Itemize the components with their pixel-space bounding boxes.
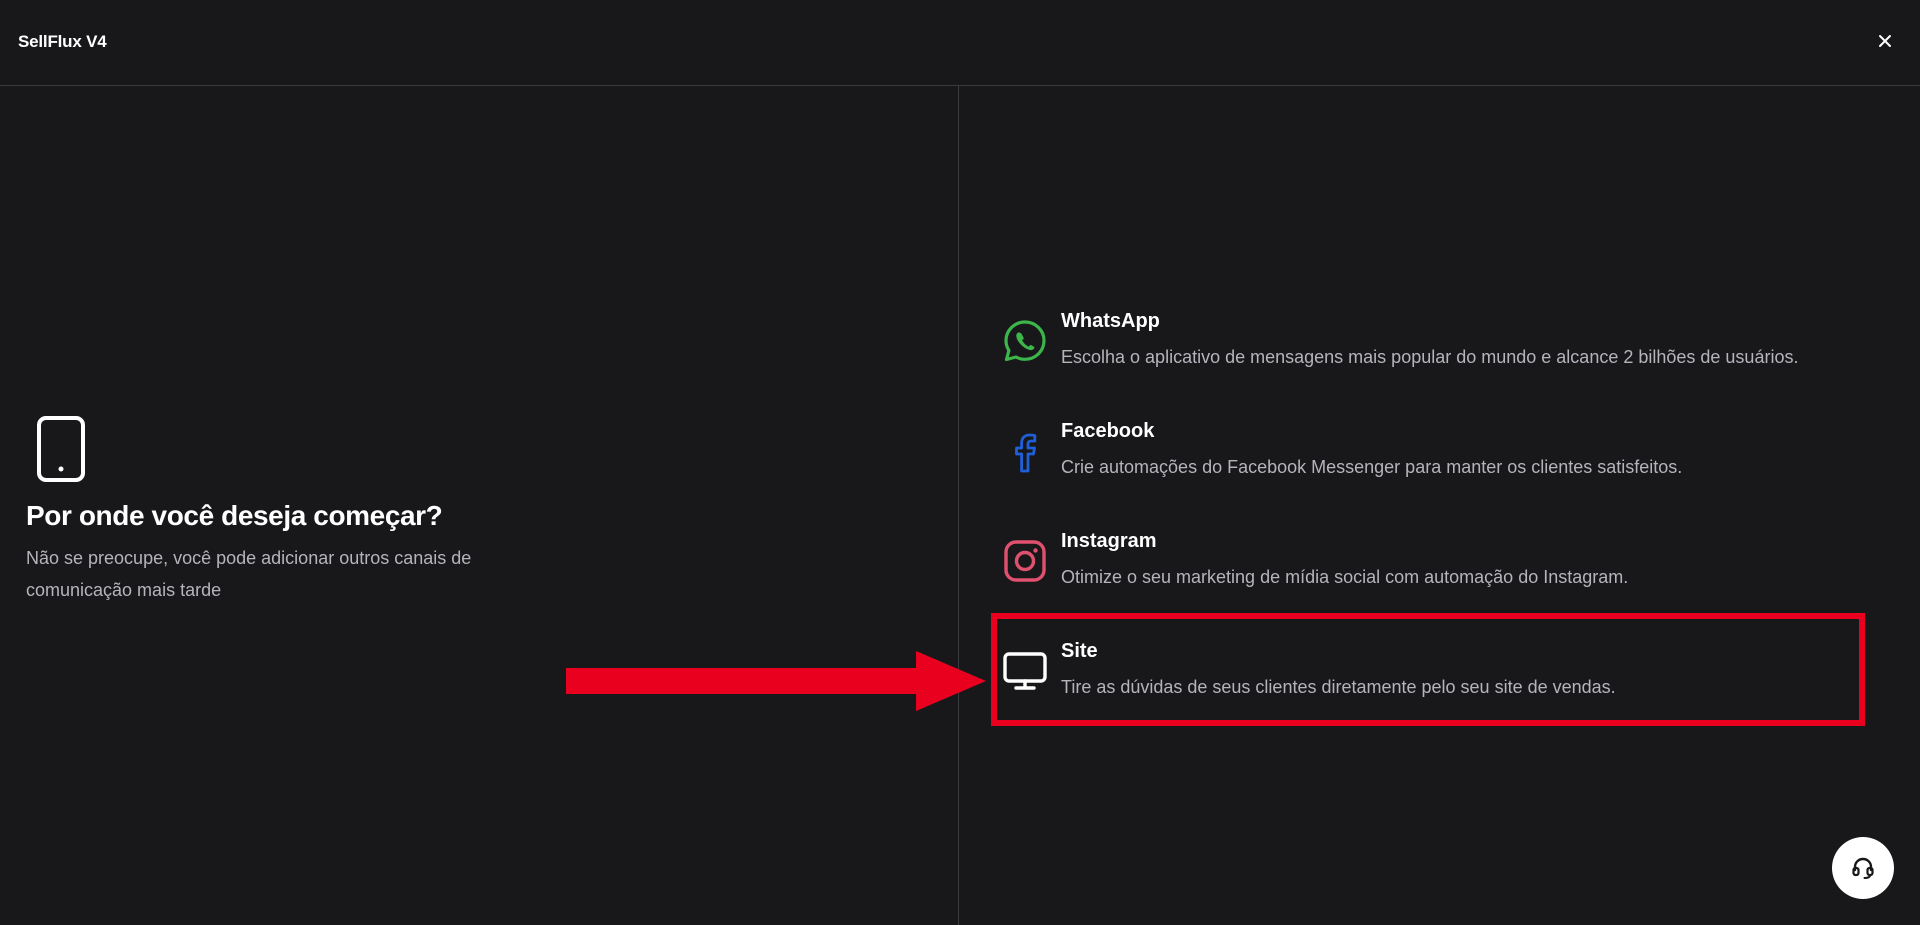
channel-name: WhatsApp [1061, 310, 1160, 332]
panel-divider [958, 86, 959, 925]
app-title: SellFlux V4 [18, 32, 107, 51]
channel-name: Instagram [1061, 530, 1157, 552]
support-button[interactable] [1832, 837, 1894, 899]
page-title: Por onde você deseja começar? [26, 500, 443, 531]
channel-description: Otimize o seu marketing de mídia social … [1061, 567, 1629, 587]
headset-icon [1852, 857, 1874, 879]
channel-instagram[interactable]: Instagram Otimize o seu marketing de míd… [1000, 528, 1880, 638]
instagram-icon [1002, 538, 1048, 584]
channel-description: Crie automações do Facebook Messenger pa… [1061, 457, 1683, 477]
subtitle-line-1: Não se preocupe, você pode adicionar out… [26, 548, 472, 568]
channel-description: Tire as dúvidas de seus clientes diretam… [1061, 677, 1616, 697]
subtitle-line-2: comunicação mais tarde [26, 580, 222, 600]
facebook-icon [1002, 428, 1048, 474]
smartphone-icon [37, 416, 85, 482]
monitor-icon [1002, 648, 1048, 694]
app-root: SellFlux V4 Por onde você deseja começar… [0, 0, 1920, 925]
page-subtitle: Não se preocupe, você pode adicionar out… [26, 542, 566, 606]
close-icon [1879, 35, 1891, 47]
whatsapp-icon [1002, 318, 1048, 364]
close-button[interactable] [1872, 28, 1898, 54]
channel-name: Site [1061, 640, 1098, 662]
intro-panel: Por onde você deseja começar? Não se pre… [26, 415, 566, 606]
channel-facebook[interactable]: Facebook Crie automações do Facebook Mes… [1000, 418, 1880, 528]
channel-list: WhatsApp Escolha o aplicativo de mensage… [1000, 308, 1880, 748]
channel-whatsapp[interactable]: WhatsApp Escolha o aplicativo de mensage… [1000, 308, 1880, 418]
channel-name: Facebook [1061, 420, 1155, 442]
channel-description: Escolha o aplicativo de mensagens mais p… [1061, 347, 1799, 367]
pointer-arrow-icon [566, 651, 986, 711]
top-bar: SellFlux V4 [0, 0, 1920, 86]
channel-site[interactable]: Site Tire as dúvidas de seus clientes di… [1000, 638, 1880, 748]
